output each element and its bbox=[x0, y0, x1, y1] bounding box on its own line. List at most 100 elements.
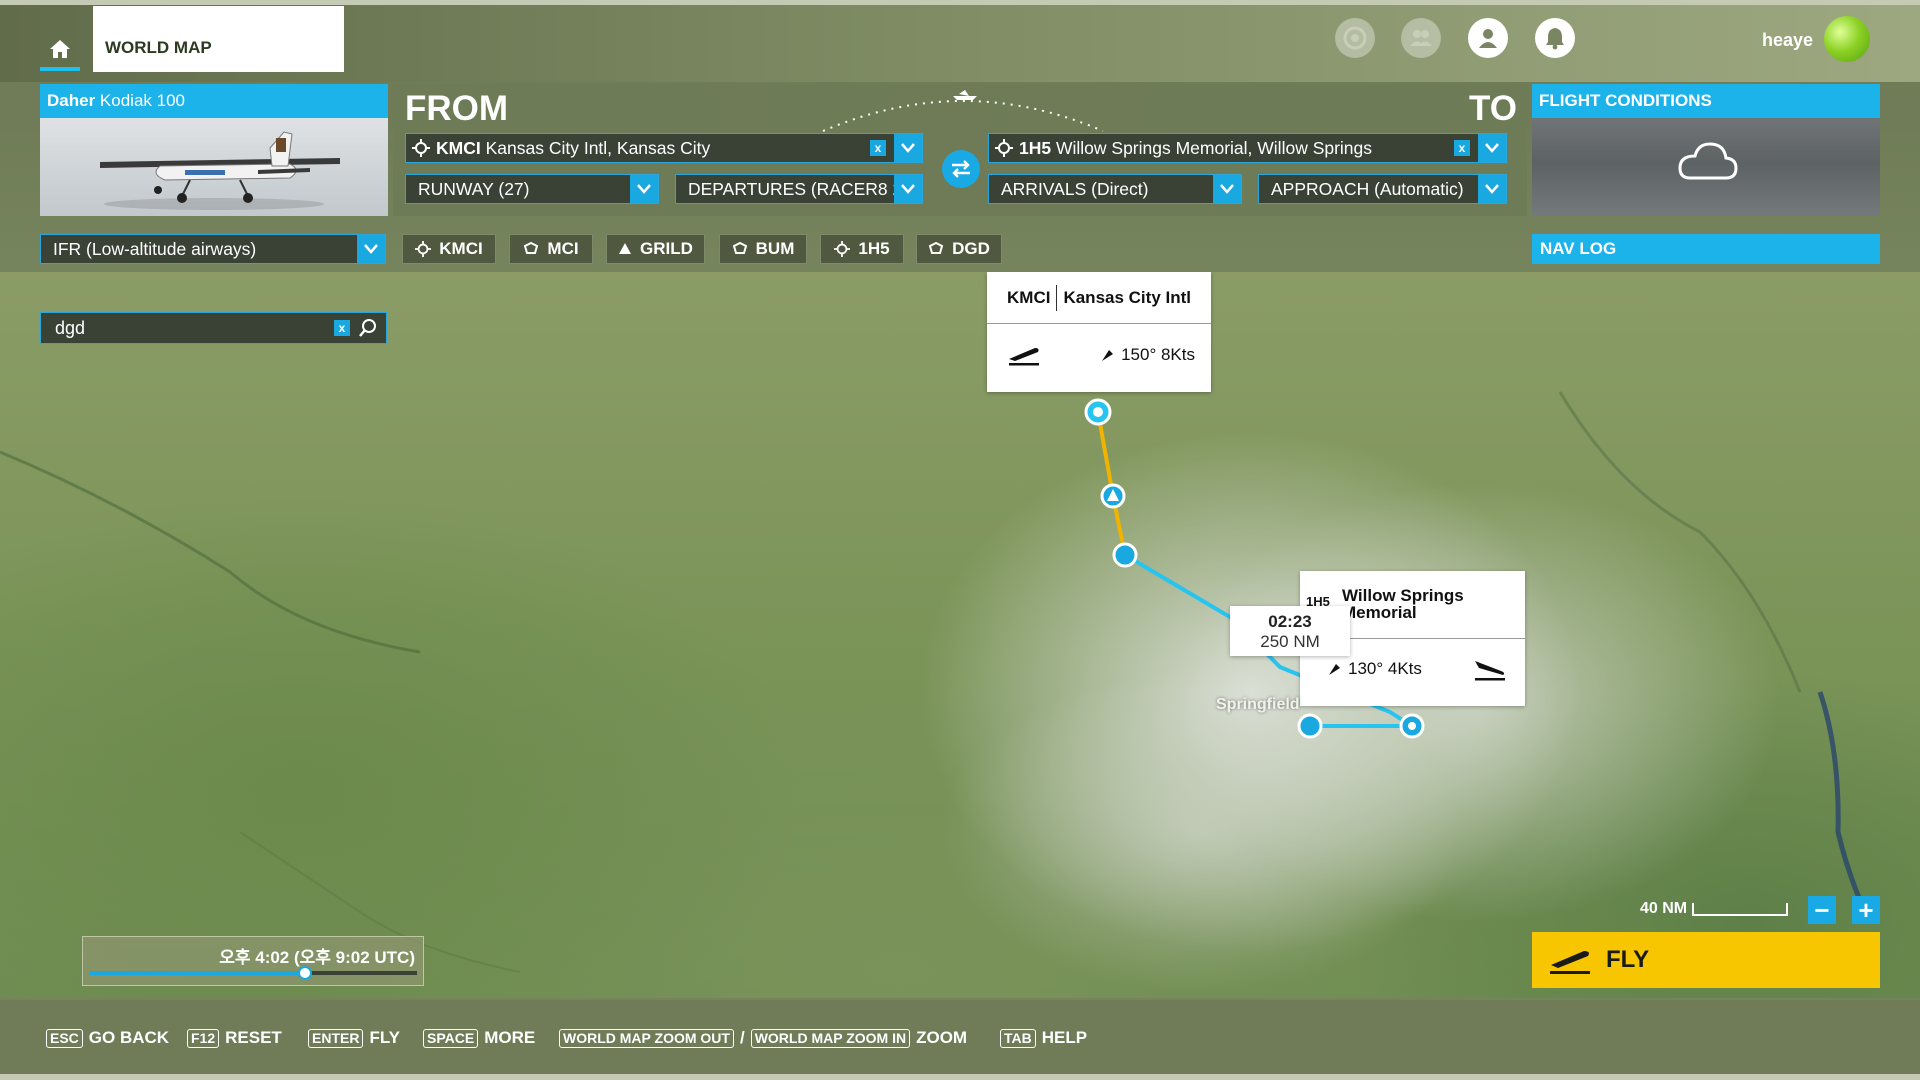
swap-airports-button[interactable] bbox=[942, 150, 980, 188]
hint-go-back[interactable]: ESC GO BACK bbox=[46, 1028, 169, 1048]
user-avatar[interactable] bbox=[1824, 16, 1870, 62]
clear-departure-button[interactable]: x bbox=[870, 140, 886, 156]
time-of-day-panel[interactable]: 오후 4:02 (오후 9:02 UTC) bbox=[82, 936, 424, 986]
key-space: SPACE bbox=[423, 1028, 479, 1048]
hint-label: MORE bbox=[484, 1028, 536, 1047]
hint-help[interactable]: TAB HELP bbox=[1000, 1028, 1087, 1048]
clear-arrival-button[interactable]: x bbox=[1454, 140, 1470, 156]
waypoint-label: 1H5 bbox=[858, 239, 890, 258]
from-label: FROM bbox=[405, 89, 509, 128]
arrival-popup-name-2: Memorial bbox=[1342, 603, 1417, 622]
zoom-out-button[interactable]: − bbox=[1808, 896, 1836, 924]
waypoint-bum[interactable]: BUM bbox=[719, 234, 807, 264]
vor-icon bbox=[928, 241, 944, 254]
world-map-tab[interactable]: WORLD MAP bbox=[93, 6, 344, 72]
hint-reset[interactable]: F12 RESET bbox=[187, 1028, 282, 1048]
user-name[interactable]: heaye bbox=[1762, 30, 1813, 51]
hint-label: RESET bbox=[225, 1028, 282, 1047]
takeoff-icon bbox=[1550, 951, 1590, 974]
landing-icon bbox=[1475, 661, 1505, 681]
departure-airport-popup[interactable]: KMCI Kansas City Intl 150° 8Kts bbox=[987, 272, 1211, 392]
plus-icon: + bbox=[1858, 895, 1874, 925]
departure-procedure-select[interactable]: DEPARTURES (RACER8 2 bbox=[675, 174, 923, 204]
leg-time: 02:23 bbox=[1268, 612, 1312, 631]
world-map[interactable]: KMCI Kansas City Intl 150° 8Kts Willow Sp… bbox=[0, 272, 1920, 998]
nav-log-button[interactable]: NAV LOG bbox=[1532, 234, 1880, 264]
aircraft-image bbox=[100, 131, 340, 210]
departure-procedure-value: DEPARTURES (RACER8 2 bbox=[688, 178, 894, 199]
wind-icon bbox=[1329, 664, 1340, 675]
minus-icon: − bbox=[1814, 895, 1830, 925]
map-scale: 40 NM bbox=[1640, 900, 1789, 918]
time-label: 오후 4:02 (오후 9:02 UTC) bbox=[219, 948, 415, 967]
runway-select[interactable]: RUNWAY (27) bbox=[405, 174, 659, 204]
arrival-wind: 130° 4Kts bbox=[1348, 659, 1422, 678]
arrival-code: 1H5 bbox=[1019, 137, 1052, 158]
chevron-down-icon[interactable] bbox=[894, 175, 922, 203]
scale-bar bbox=[1692, 903, 1789, 916]
flight-conditions-card[interactable]: FLIGHT CONDITIONS bbox=[1532, 84, 1880, 216]
airport-icon bbox=[834, 241, 851, 257]
notification-button[interactable] bbox=[1535, 18, 1575, 58]
flight-plan-type-select[interactable]: IFR (Low-altitude airways) bbox=[40, 234, 386, 264]
chevron-down-icon[interactable] bbox=[1478, 134, 1506, 162]
waypoint-dgd[interactable]: DGD bbox=[916, 234, 1002, 264]
leg-distance: 250 NM bbox=[1260, 632, 1320, 651]
search-icon[interactable] bbox=[358, 318, 378, 338]
search-input[interactable]: dgd bbox=[41, 318, 334, 339]
activity-button[interactable] bbox=[1335, 18, 1375, 58]
scale-label: 40 NM bbox=[1640, 900, 1688, 917]
hint-more[interactable]: SPACE MORE bbox=[423, 1028, 535, 1048]
arrival-procedure-select[interactable]: ARRIVALS (Direct) bbox=[988, 174, 1242, 204]
arrival-name: Willow Springs Memorial, Willow Springs bbox=[1055, 137, 1373, 158]
hint-label: HELP bbox=[1041, 1028, 1088, 1047]
route-panel: FROM TO KMCI Kansas City Intl, Kansas Ci… bbox=[393, 84, 1527, 216]
key-tab: TAB bbox=[1000, 1028, 1036, 1048]
departure-popup-name: Kansas City Intl bbox=[1063, 287, 1191, 307]
key-enter: ENTER bbox=[308, 1028, 364, 1048]
chevron-down-icon[interactable] bbox=[894, 134, 922, 162]
hint-label: FLY bbox=[369, 1028, 400, 1047]
wind-icon bbox=[1102, 350, 1114, 361]
flight-conditions-title: FLIGHT CONDITIONS bbox=[1532, 84, 1880, 118]
chevron-down-icon[interactable] bbox=[1478, 175, 1506, 203]
chevron-down-icon[interactable] bbox=[630, 175, 658, 203]
aircraft-model: Kodiak 100 bbox=[99, 91, 185, 110]
runway-value: RUNWAY (27) bbox=[418, 178, 530, 199]
hint-label: ZOOM bbox=[916, 1028, 968, 1047]
chevron-down-icon[interactable] bbox=[357, 235, 385, 263]
route-arc-decoration bbox=[822, 90, 1104, 132]
waypoint-kmci[interactable]: KMCI bbox=[402, 234, 496, 264]
departure-airport-field[interactable]: KMCI Kansas City Intl, Kansas City x bbox=[405, 133, 923, 163]
cloud-icon bbox=[1678, 142, 1738, 180]
approach-value: APPROACH (Automatic) bbox=[1271, 178, 1464, 199]
map-terrain bbox=[0, 391, 1873, 973]
profile-button[interactable] bbox=[1468, 18, 1508, 58]
waypoint-label: MCI bbox=[547, 239, 579, 258]
waypoint-grild[interactable]: GRILD bbox=[606, 234, 705, 264]
zoom-in-button[interactable]: + bbox=[1852, 896, 1880, 924]
friends-button[interactable] bbox=[1401, 18, 1441, 58]
time-slider-handle[interactable] bbox=[298, 966, 313, 980]
clear-search-button[interactable]: x bbox=[334, 320, 350, 336]
intersection-icon bbox=[619, 243, 632, 254]
waypoint-1h5[interactable]: 1H5 bbox=[820, 234, 904, 264]
hint-label: GO BACK bbox=[88, 1028, 170, 1047]
departure-popup-code: KMCI bbox=[1007, 287, 1051, 307]
waypoint-mci[interactable]: MCI bbox=[509, 234, 593, 264]
aircraft-card[interactable]: Daher Kodiak 100 bbox=[40, 84, 388, 216]
takeoff-icon bbox=[1009, 348, 1039, 366]
approach-select[interactable]: APPROACH (Automatic) bbox=[1258, 174, 1507, 204]
airport-icon bbox=[995, 139, 1013, 157]
vor-icon bbox=[524, 241, 539, 254]
chevron-down-icon[interactable] bbox=[1213, 175, 1241, 203]
hint-fly[interactable]: ENTER FLY bbox=[308, 1028, 400, 1048]
arrival-procedure-value: ARRIVALS (Direct) bbox=[1001, 178, 1149, 199]
arrival-airport-field[interactable]: 1H5 Willow Springs Memorial, Willow Spri… bbox=[988, 133, 1507, 163]
departure-name: Kansas City Intl, Kansas City bbox=[485, 137, 711, 158]
hint-zoom[interactable]: WORLD MAP ZOOM OUT / WORLD MAP ZOOM IN ZOOM bbox=[559, 1028, 967, 1048]
swap-icon bbox=[952, 160, 970, 178]
map-search[interactable]: dgd x bbox=[40, 312, 387, 344]
aircraft-brand: Daher bbox=[47, 91, 96, 110]
fly-button[interactable]: FLY bbox=[1532, 932, 1880, 988]
